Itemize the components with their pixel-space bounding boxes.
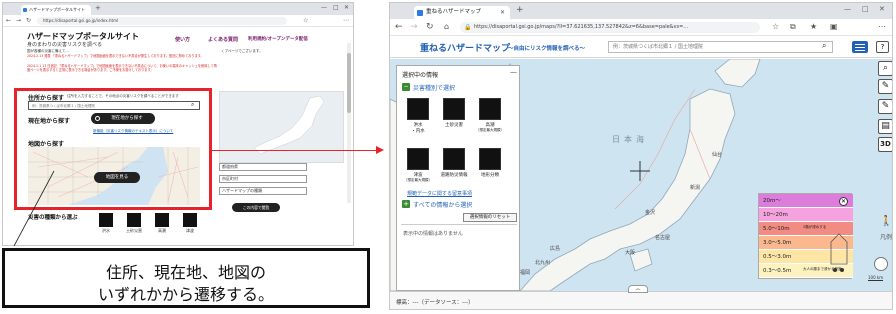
data-notes-link[interactable]: 規範データに関する留意事項: [407, 190, 472, 197]
panel-landslide-icon[interactable]: [443, 98, 465, 120]
legend-panel: 20m～ 10～20m 5.0～10m 3.0～5.0m 0.5～3.0m 0.…: [758, 193, 853, 279]
close-tab-icon[interactable]: ✕: [500, 6, 505, 19]
legend-note-1: 2階が浸水する: [803, 225, 827, 229]
all-info-toggle-icon[interactable]: +: [402, 200, 410, 208]
forward-icon: →: [410, 22, 418, 32]
tool-info-button[interactable]: ▤: [878, 119, 892, 134]
ruler-icon: ✎: [881, 101, 890, 111]
compass-icon[interactable]: [874, 257, 888, 271]
legend-row-5-label: 0.5～3.0m: [763, 254, 792, 260]
panel-tsunami-sub: （想定最大規模）: [404, 178, 432, 182]
collections-icon[interactable]: ▣: [830, 23, 838, 31]
walk-icon[interactable]: 🚶: [880, 217, 892, 227]
search-icon[interactable]: ⌕: [822, 42, 826, 50]
legend-row-3-label: 5.0～10m: [763, 226, 790, 232]
minimize-icon[interactable]: —: [844, 6, 851, 13]
tool-measure-button[interactable]: ✎: [878, 99, 892, 114]
legend-row-2: 10～20m: [759, 208, 853, 222]
legend-row-1-label: 20m～: [763, 198, 781, 204]
right-browser-window: 重ねるハザードマップ ✕ + — □ ✕ ← → ↻ ⌂ 🔒 https://d…: [389, 2, 893, 310]
menu-button[interactable]: [852, 41, 868, 53]
callout-box: 住所、現在地、地図の いずれかから遷移する。: [2, 248, 370, 308]
panel-storm-surge-icon[interactable]: [479, 98, 501, 120]
app-subtitle: ～自由にリスク情報を調べる～: [508, 46, 586, 52]
help-button[interactable]: ?: [876, 41, 889, 53]
elevation-text: 標高：---（データソース：---）: [396, 300, 474, 306]
map-label-osaka: 大阪: [625, 250, 636, 256]
tool-draw-button[interactable]: ✎: [878, 79, 892, 94]
lock-icon: 🔒: [464, 24, 472, 31]
scale-bar: 100 km: [868, 275, 884, 281]
star-icon[interactable]: ☆: [772, 23, 779, 31]
select-toggle-icon[interactable]: −: [402, 83, 410, 91]
legend-row-6-label: 0.3～0.5m: [763, 268, 792, 274]
map-label-niigata: 新潟: [690, 185, 701, 191]
map-label-nagoya: 名古屋: [655, 235, 671, 241]
map-label-kitakyushu: 北九州: [535, 260, 551, 266]
panel-flood-icon[interactable]: [407, 98, 429, 120]
new-tab-icon[interactable]: +: [516, 6, 524, 15]
panel-landslide-label: 土砂災害: [445, 123, 463, 128]
panel-landform-icon[interactable]: [479, 148, 501, 170]
3d-icon: 3D: [880, 140, 891, 148]
back-icon[interactable]: ←: [395, 23, 403, 32]
legend-close-icon[interactable]: ✕: [839, 197, 848, 206]
pencil-icon: ✎: [881, 81, 890, 91]
map-label-kanazawa: 金沢: [645, 210, 656, 216]
all-info-link[interactable]: すべての情報から選択: [413, 200, 472, 209]
home-icon[interactable]: ⌂: [444, 23, 449, 31]
panel-divider: [401, 224, 517, 225]
right-url-field[interactable]: 🔒 https://disaportal.gsi.go.jp/maps/?ll=…: [460, 22, 760, 33]
panel-title: 選択中の情報: [402, 72, 439, 79]
legend-house-illustration: [829, 224, 849, 276]
briefcase-icon: ▤: [881, 121, 890, 131]
legend-row-4-label: 3.0～5.0m: [763, 240, 792, 246]
map-search-input[interactable]: [608, 41, 833, 53]
app-header: 重ねるハザードマップ ～自由にリスク情報を調べる～ ⌕ ?: [390, 36, 892, 58]
reload-icon[interactable]: ↻: [426, 23, 434, 32]
magnifier-icon: ⌕: [882, 63, 889, 73]
map-label-sea: 日本海: [612, 135, 648, 144]
panel-storm-surge-sub: （想定最大規模）: [476, 128, 504, 132]
extensions-icon[interactable]: ⧉: [790, 23, 796, 31]
menu-icon[interactable]: ⋯: [878, 23, 886, 31]
app-title: 重ねるハザードマップ: [420, 44, 511, 54]
legend-toggle-icon[interactable]: 凡例: [880, 235, 892, 241]
favorites-icon[interactable]: ★: [810, 23, 817, 31]
right-tab-bar: 重ねるハザードマップ ✕ + — □ ✕: [390, 3, 892, 19]
map-label-fukuoka: 福岡: [520, 270, 531, 276]
panel-flood-sub: ・内水: [411, 129, 425, 134]
info-panel: 選択中の情報 — − 災害種別で選択 洪水 ・内水 土砂災害 高潮 （想定最大規…: [396, 65, 520, 291]
tool-3d-button[interactable]: 3D: [878, 137, 892, 152]
legend-row-2-label: 10～20m: [763, 212, 788, 218]
panel-minimize-icon[interactable]: —: [510, 69, 517, 76]
panel-tsunami-icon[interactable]: [407, 148, 429, 170]
right-tab[interactable]: 重ねるハザードマップ ✕: [414, 6, 510, 19]
status-bar: 標高：---（データソース：---）: [390, 291, 892, 309]
tool-search-button[interactable]: ⌕: [878, 61, 892, 76]
panel-road-label: 道路防災情報: [440, 173, 468, 178]
reset-selection-button[interactable]: 選択情報のリセット: [463, 213, 517, 222]
map-label-hiroshima: 広島: [550, 246, 561, 252]
callout-line-2: いずれかから遷移する。: [97, 285, 274, 304]
right-address-bar: ← → ↻ ⌂ 🔒 https://disaportal.gsi.go.jp/m…: [390, 19, 892, 36]
favicon-icon: [417, 10, 423, 16]
close-window-icon[interactable]: ✕: [879, 6, 885, 13]
select-heading[interactable]: 災害種別で選択: [413, 83, 455, 92]
map-label-sendai: 仙台: [712, 152, 723, 158]
empty-info-text: 表示中の情報はありません: [403, 231, 463, 237]
panel-road-icon[interactable]: [443, 148, 465, 170]
maximize-icon[interactable]: □: [862, 6, 869, 13]
expand-status-icon[interactable]: ︿: [628, 285, 648, 293]
panel-landform-label: 地形分類: [481, 173, 499, 178]
callout-line-1: 住所、現在地、地図の: [105, 263, 266, 282]
